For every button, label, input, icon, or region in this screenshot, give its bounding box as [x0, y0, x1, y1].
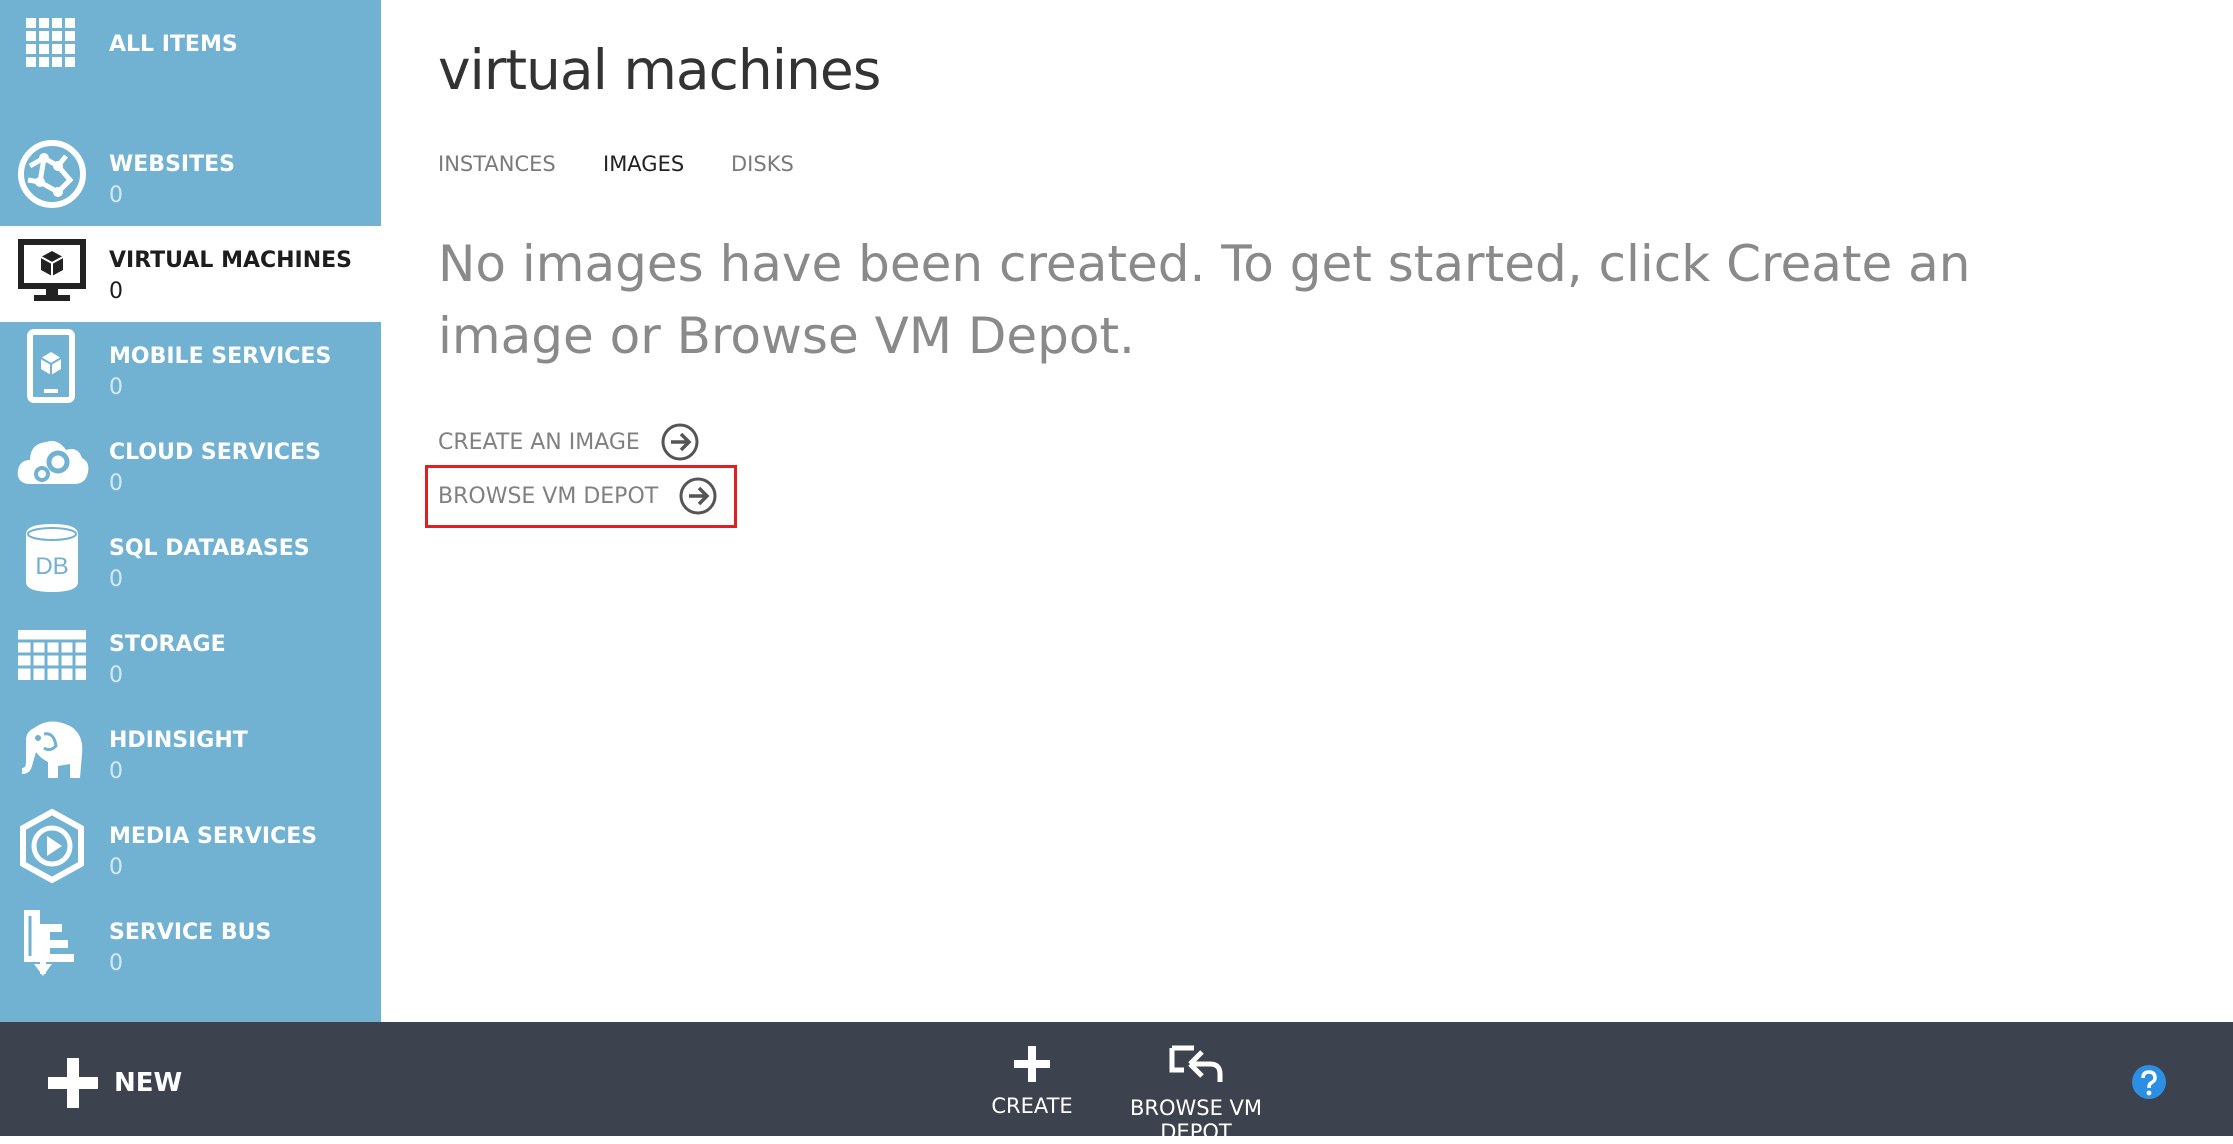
sidebar-item-sql-databases[interactable]: DB SQL DATABASES 0 [0, 514, 381, 610]
create-image-link[interactable]: CREATE AN IMAGE [438, 422, 700, 462]
cloud-gear-icon [17, 441, 89, 484]
sidebar-item-count: 0 [109, 759, 123, 784]
sidebar-item-label: MEDIA SERVICES [109, 824, 318, 849]
sidebar-item-count: 0 [109, 663, 123, 688]
create-button[interactable]: CREATE [937, 1044, 1127, 1118]
help-icon[interactable] [2131, 1064, 2167, 1100]
browse-vm-depot-link[interactable]: BROWSE VM DEPOT [438, 476, 718, 516]
arrow-right-circle-icon [679, 477, 717, 515]
sidebar-item-label: MOBILE SERVICES [109, 344, 332, 369]
sidebar-item-label: ALL ITEMS [109, 32, 238, 57]
new-button[interactable]: NEW [48, 1058, 182, 1108]
tab-instances[interactable]: INSTANCES [438, 152, 556, 176]
browse-vm-depot-button[interactable]: BROWSE VM DEPOT [1101, 1044, 1291, 1144]
svg-text:DB: DB [35, 553, 68, 580]
sidebar-item-hdinsight[interactable]: HDINSIGHT 0 [0, 706, 381, 802]
sidebar-item-mobile-services[interactable]: MOBILE SERVICES 0 [0, 322, 381, 418]
main-content: virtual machines INSTANCES IMAGES DISKS … [381, 0, 2233, 1022]
plus-icon [48, 1058, 98, 1108]
create-label: CREATE [991, 1094, 1073, 1118]
elephant-icon [22, 721, 83, 778]
sidebar-item-label: CLOUD SERVICES [109, 440, 321, 465]
sidebar-item-count: 0 [109, 951, 123, 976]
new-label: NEW [114, 1068, 183, 1098]
grid-icon [26, 18, 75, 67]
service-bus-icon [24, 910, 74, 976]
sidebar-item-service-bus[interactable]: SERVICE BUS 0 [0, 898, 381, 994]
sidebar-item-storage[interactable]: STORAGE 0 [0, 610, 381, 706]
sidebar-item-all-items[interactable]: ALL ITEMS [0, 0, 381, 96]
sidebar-item-count: 0 [109, 567, 123, 592]
sidebar-item-label: STORAGE [109, 632, 226, 657]
sidebar-item-websites[interactable]: WEBSITES 0 [0, 130, 381, 226]
database-icon: DB [26, 524, 78, 592]
sidebar-item-count: 0 [109, 855, 123, 880]
monitor-icon [18, 239, 86, 301]
globe-icon [18, 140, 86, 208]
sidebar-item-count: 0 [109, 279, 123, 304]
sidebar-item-count: 0 [109, 471, 123, 496]
browse-vm-depot-label: BROWSE VM DEPOT [438, 483, 659, 509]
sidebar-item-label: HDINSIGHT [109, 728, 248, 753]
sidebar-item-label: WEBSITES [109, 152, 235, 177]
page-title: virtual machines [438, 38, 881, 102]
sidebar-item-media-services[interactable]: MEDIA SERVICES 0 [0, 802, 381, 898]
phone-icon [27, 329, 75, 403]
command-bar: NEW CREATE BROWSE VM DEPOT [0, 1022, 2233, 1144]
sidebar-item-virtual-machines[interactable]: VIRTUAL MACHINES 0 [0, 226, 381, 322]
browse-depot-icon [1169, 1045, 1223, 1082]
sidebar-item-count: 0 [109, 375, 123, 400]
sidebar: ALL ITEMS WEBSITES 0 VIRTUAL MACHINES 0 … [0, 0, 381, 1022]
plus-icon [1014, 1046, 1050, 1082]
play-icon [20, 808, 84, 884]
sidebar-item-label: SERVICE BUS [109, 920, 272, 945]
table-icon [18, 630, 86, 680]
sidebar-item-count: 0 [109, 183, 123, 208]
tab-images[interactable]: IMAGES [603, 152, 684, 176]
arrow-right-circle-icon [661, 423, 699, 461]
browse-vm-depot-label: BROWSE VM DEPOT [1129, 1096, 1263, 1144]
sidebar-item-label: VIRTUAL MACHINES [109, 248, 353, 273]
empty-state-message: No images have been created. To get star… [438, 235, 1971, 365]
sidebar-item-cloud-services[interactable]: CLOUD SERVICES 0 [0, 418, 381, 514]
tab-disks[interactable]: DISKS [731, 152, 794, 176]
sidebar-item-label: SQL DATABASES [109, 536, 310, 561]
create-image-label: CREATE AN IMAGE [438, 429, 640, 455]
